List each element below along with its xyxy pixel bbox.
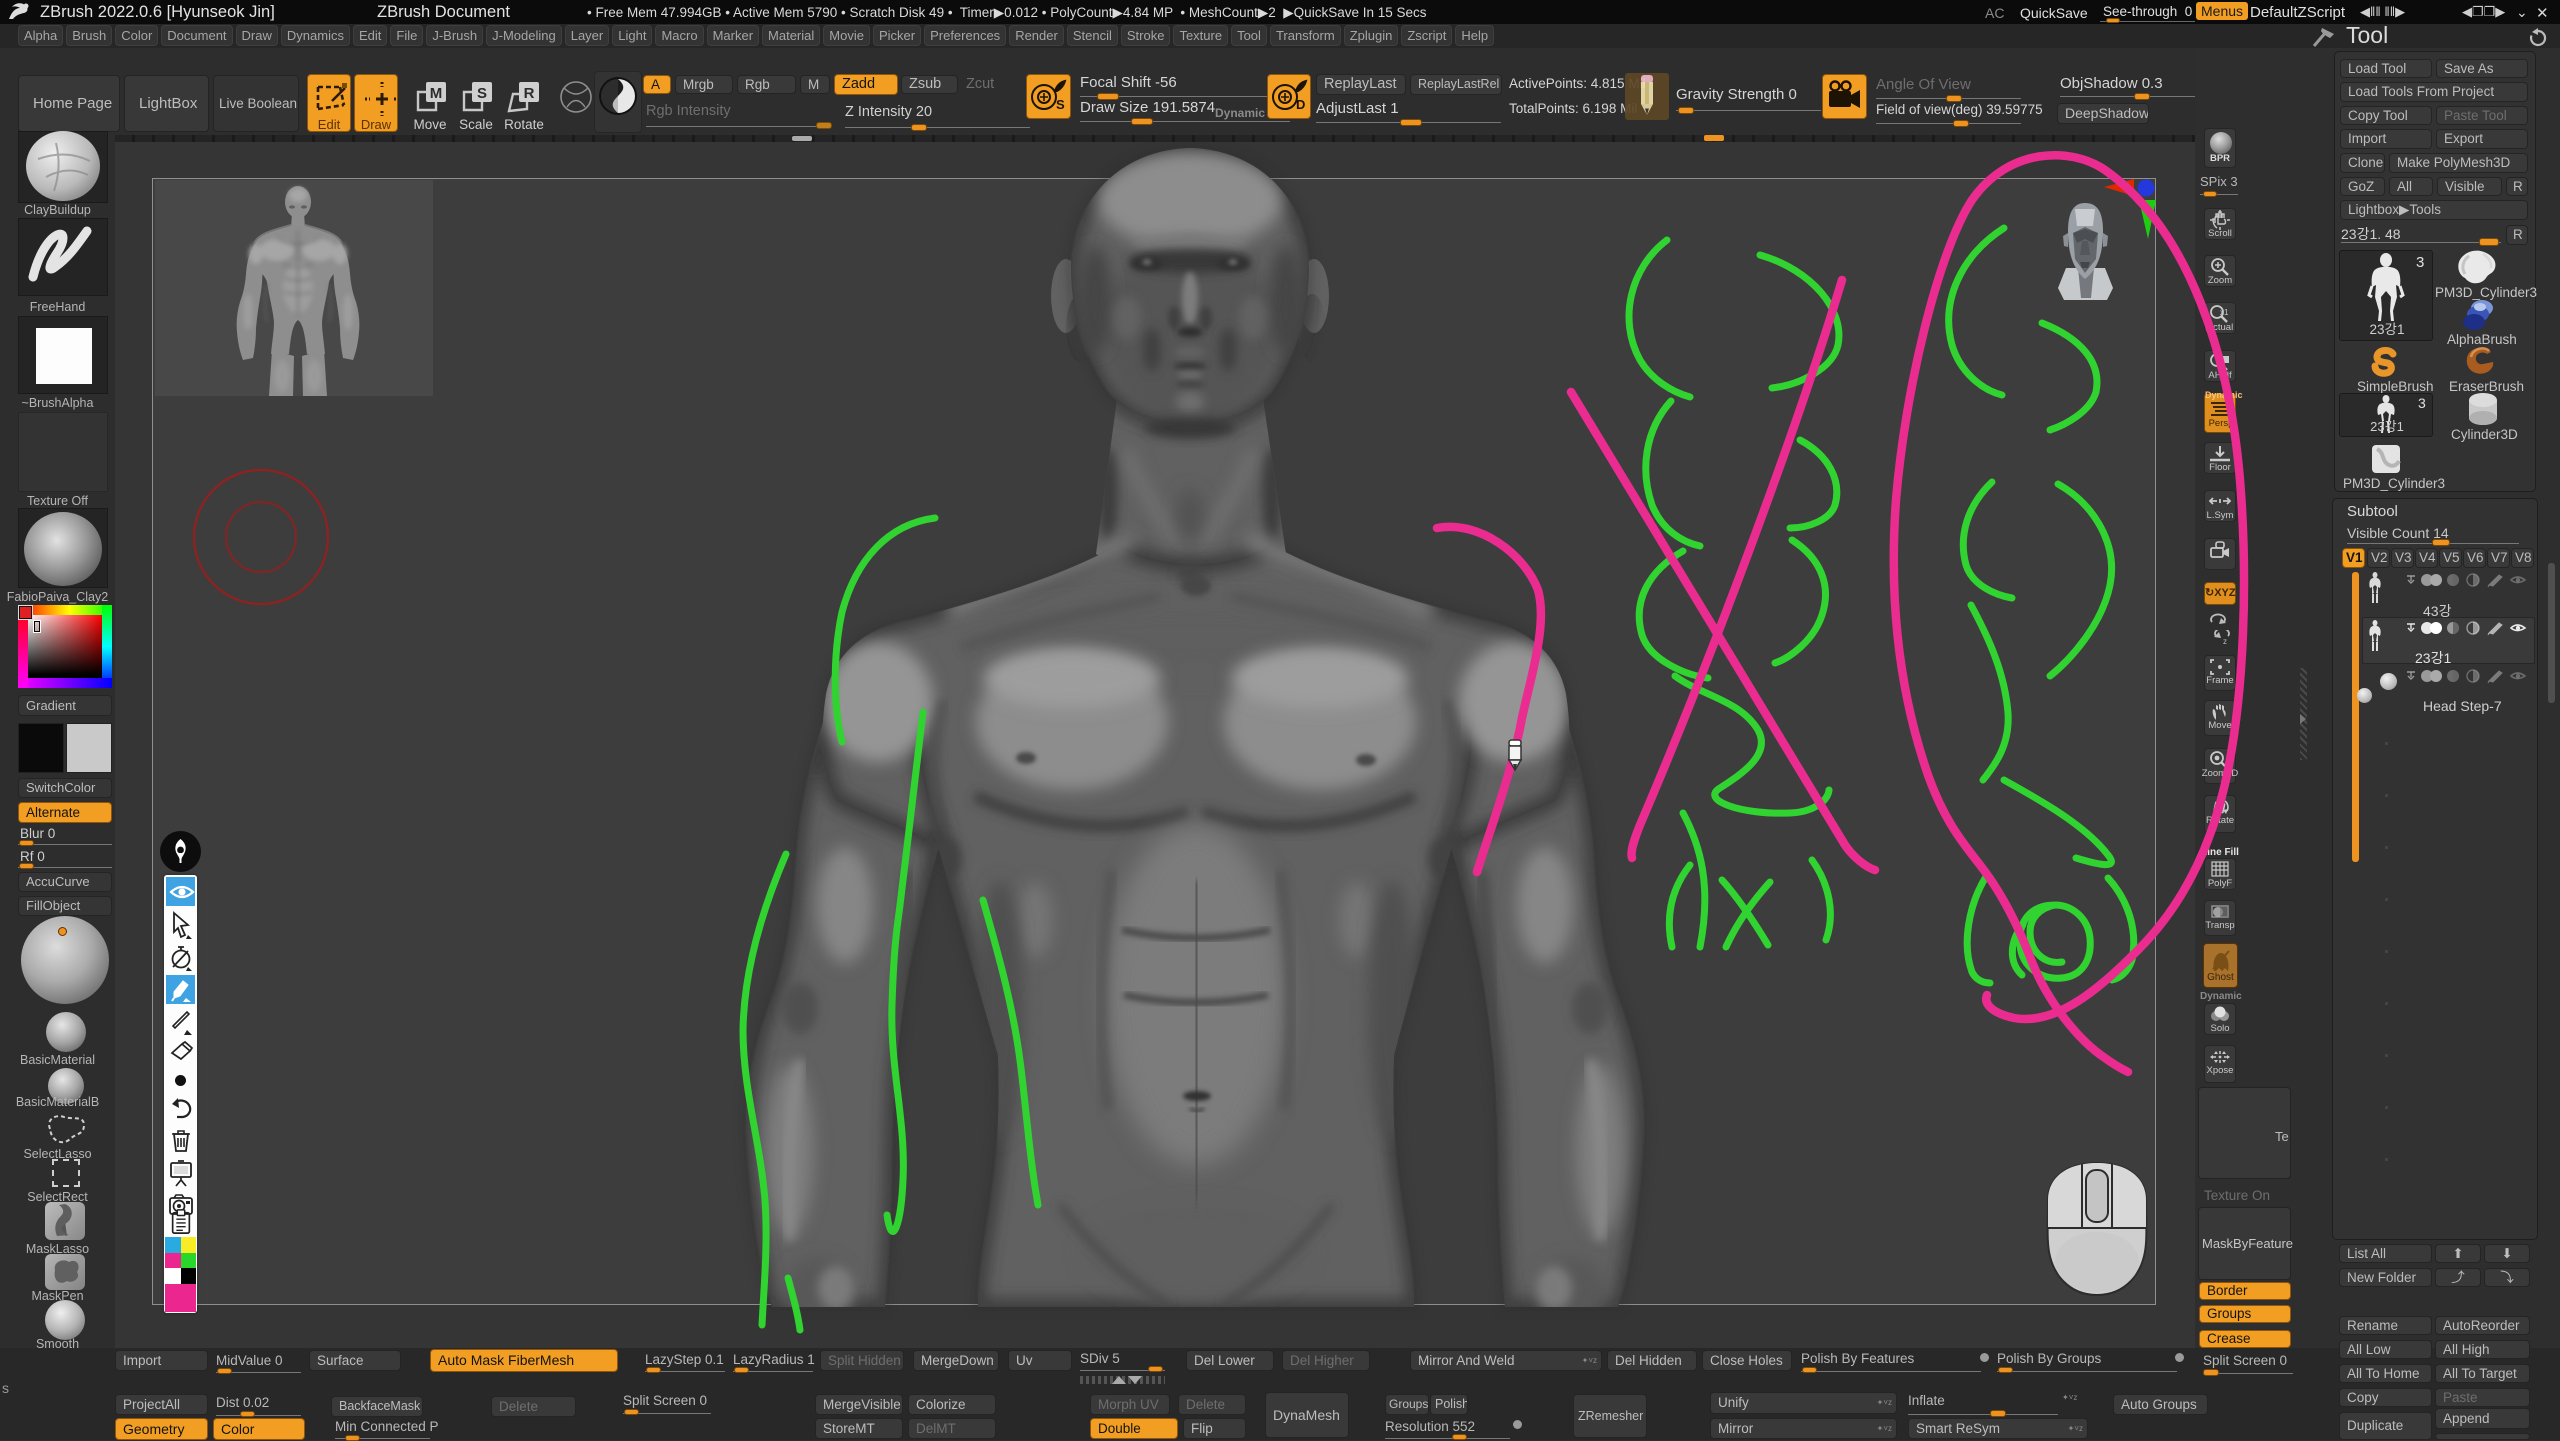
svg-text:M: M bbox=[430, 85, 443, 102]
svg-text:S: S bbox=[1056, 97, 1065, 112]
svg-text:S: S bbox=[477, 85, 487, 102]
svg-text:R: R bbox=[524, 85, 535, 102]
svg-text:z: z bbox=[2223, 637, 2227, 646]
svg-text:D: D bbox=[1296, 97, 1305, 112]
svg-text:x1: x1 bbox=[2220, 308, 2229, 317]
